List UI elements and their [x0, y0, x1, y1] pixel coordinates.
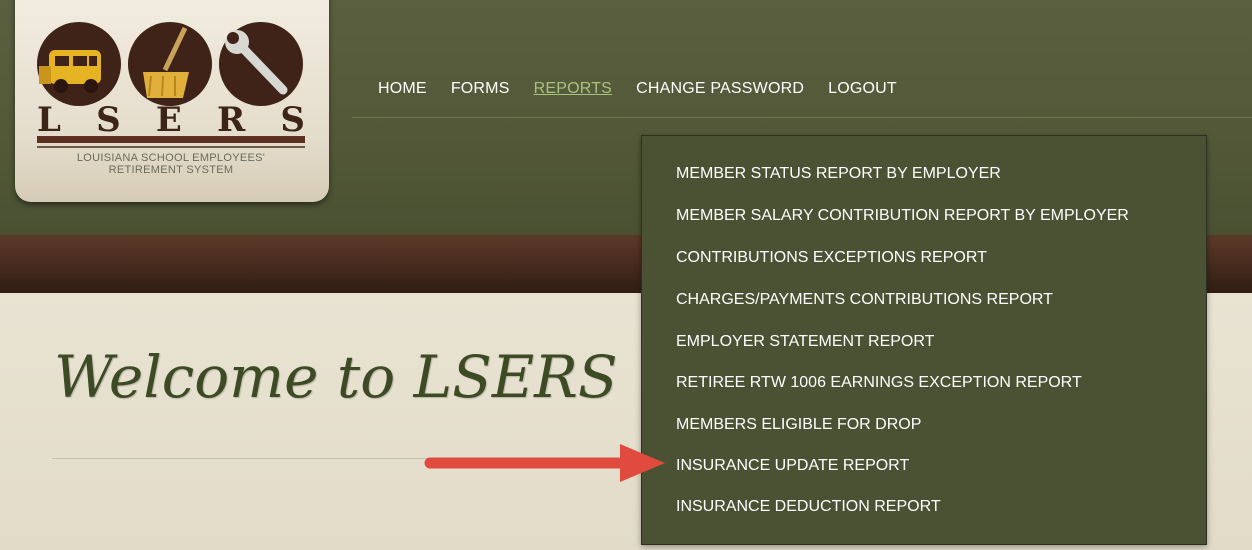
logo-letter: L	[37, 100, 63, 140]
logo-letters: L S E R S	[37, 100, 307, 140]
logo-letter: E	[155, 100, 184, 140]
menu-item-contributions-exceptions-report[interactable]: CONTRIBUTIONS EXCEPTIONS REPORT	[676, 249, 987, 267]
menu-item-members-eligible-for-drop[interactable]: MEMBERS ELIGIBLE FOR DROP	[676, 416, 921, 434]
menu-item-employer-statement-report[interactable]: EMPLOYER STATEMENT REPORT	[676, 333, 934, 351]
wrench-icon	[219, 22, 303, 106]
menu-item-member-status-report[interactable]: MEMBER STATUS REPORT BY EMPLOYER	[676, 165, 1001, 183]
nav-divider	[352, 117, 1252, 118]
nav-home[interactable]: HOME	[378, 80, 427, 102]
nav-change-password[interactable]: CHANGE PASSWORD	[636, 80, 804, 102]
main-nav: HOME FORMS REPORTS CHANGE PASSWORD LOGOU…	[378, 80, 921, 102]
logo-letter: S	[96, 100, 123, 140]
nav-forms[interactable]: FORMS	[451, 80, 510, 102]
logo-icons	[37, 22, 303, 106]
nav-logout[interactable]: LOGOUT	[828, 80, 897, 102]
school-bus-icon	[37, 22, 121, 106]
reports-dropdown-menu: MEMBER STATUS REPORT BY EMPLOYER MEMBER …	[641, 135, 1207, 545]
menu-item-insurance-update-report[interactable]: INSURANCE UPDATE REPORT	[676, 457, 909, 475]
logo-name-line-1: LOUISIANA SCHOOL EMPLOYEES'	[76, 152, 266, 164]
nav-reports[interactable]: REPORTS	[534, 80, 612, 102]
menu-item-retiree-rtw-earnings-report[interactable]: RETIREE RTW 1006 EARNINGS EXCEPTION REPO…	[676, 374, 1082, 392]
welcome-heading: Welcome to LSERS	[54, 343, 618, 411]
logo-organization-name: LOUISIANA SCHOOL EMPLOYEES' RETIREMENT S…	[37, 152, 305, 176]
menu-item-member-salary-contribution-report[interactable]: MEMBER SALARY CONTRIBUTION REPORT BY EMP…	[676, 207, 1129, 225]
broom-icon	[128, 22, 212, 106]
logo-letter: S	[280, 100, 307, 140]
logo-name-line-2: RETIREMENT SYSTEM	[108, 164, 234, 176]
lsers-logo[interactable]: L S E R S LOUISIANA SCHOOL EMPLOYEES' RE…	[15, 0, 329, 202]
logo-letter: R	[216, 100, 248, 140]
red-arrow-icon	[424, 444, 665, 482]
logo-divider-thin	[37, 146, 305, 148]
menu-item-insurance-deduction-report[interactable]: INSURANCE DEDUCTION REPORT	[676, 498, 941, 516]
logo-divider	[37, 136, 305, 143]
menu-item-charges-payments-report[interactable]: CHARGES/PAYMENTS CONTRIBUTIONS REPORT	[676, 291, 1053, 309]
